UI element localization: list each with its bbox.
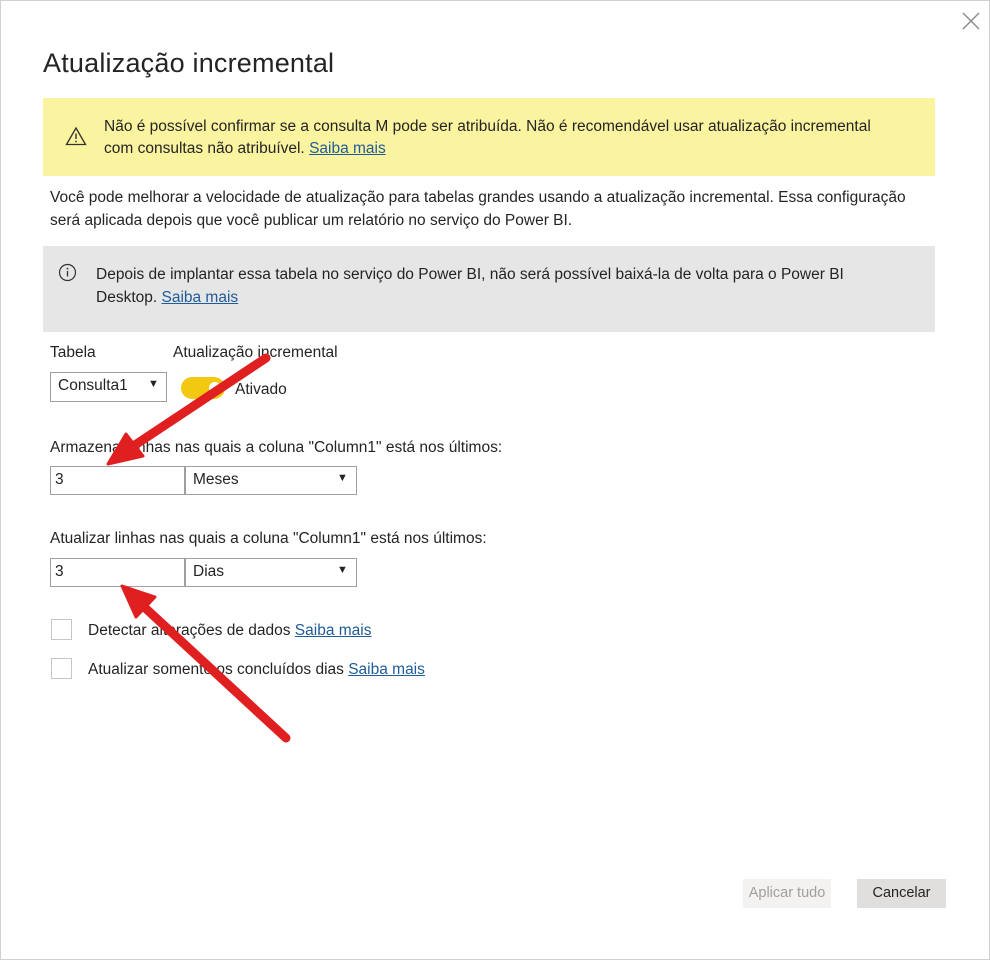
detect-changes-learn-more-link[interactable]: Saiba mais bbox=[295, 622, 372, 639]
warning-triangle-icon bbox=[65, 126, 87, 146]
refresh-rows-label: Atualizar linhas nas quais a coluna "Col… bbox=[50, 530, 487, 547]
info-learn-more-link[interactable]: Saiba mais bbox=[161, 289, 238, 306]
table-select-value: Consulta1 bbox=[58, 377, 128, 394]
store-unit-value: Meses bbox=[193, 471, 239, 488]
table-label: Tabela bbox=[50, 344, 96, 361]
warning-text: Não é possível confirmar se a consulta M… bbox=[104, 116, 904, 160]
info-banner: Depois de implantar essa tabela no servi… bbox=[43, 246, 935, 332]
toggle-knob bbox=[209, 382, 221, 394]
dialog-title: Atualização incremental bbox=[43, 48, 335, 78]
detect-changes-label: Detectar alterações de dados bbox=[88, 622, 291, 639]
detect-changes-checkbox[interactable] bbox=[51, 619, 72, 640]
apply-all-button[interactable]: Aplicar tudo bbox=[743, 879, 831, 908]
table-select[interactable]: Consulta1 ▼ bbox=[50, 372, 167, 402]
chevron-down-icon: ▼ bbox=[337, 472, 348, 484]
complete-days-text: Atualizar somente os concluídos dias Sai… bbox=[88, 661, 425, 679]
incremental-refresh-dialog: Atualização incremental Não é possível c… bbox=[0, 0, 990, 960]
info-icon bbox=[58, 263, 77, 282]
close-icon[interactable] bbox=[959, 9, 983, 33]
store-period-input[interactable]: 3 bbox=[50, 466, 185, 495]
store-unit-select[interactable]: Meses ▼ bbox=[185, 466, 357, 495]
cancel-button[interactable]: Cancelar bbox=[857, 879, 946, 908]
warning-message: Não é possível confirmar se a consulta M… bbox=[104, 118, 871, 157]
refresh-period-input[interactable]: 3 bbox=[50, 558, 185, 587]
toggle-state-label: Ativado bbox=[235, 381, 287, 398]
store-rows-label: Armazenar linhas nas quais a coluna "Col… bbox=[50, 439, 503, 456]
complete-days-learn-more-link[interactable]: Saiba mais bbox=[348, 661, 425, 678]
chevron-down-icon: ▼ bbox=[337, 564, 348, 576]
complete-days-label: Atualizar somente os concluídos dias bbox=[88, 661, 344, 678]
incremental-label: Atualização incremental bbox=[173, 344, 338, 361]
warning-learn-more-link[interactable]: Saiba mais bbox=[309, 140, 386, 157]
refresh-unit-select[interactable]: Dias ▼ bbox=[185, 558, 357, 587]
description-text: Você pode melhorar a velocidade de atual… bbox=[50, 189, 906, 229]
warning-banner: Não é possível confirmar se a consulta M… bbox=[43, 98, 935, 176]
info-text: Depois de implantar essa tabela no servi… bbox=[96, 263, 896, 309]
chevron-down-icon: ▼ bbox=[148, 378, 159, 390]
refresh-unit-value: Dias bbox=[193, 563, 225, 580]
complete-days-checkbox[interactable] bbox=[51, 658, 72, 679]
detect-changes-text: Detectar alterações de dados Saiba mais bbox=[88, 622, 371, 640]
incremental-toggle[interactable] bbox=[181, 377, 225, 399]
